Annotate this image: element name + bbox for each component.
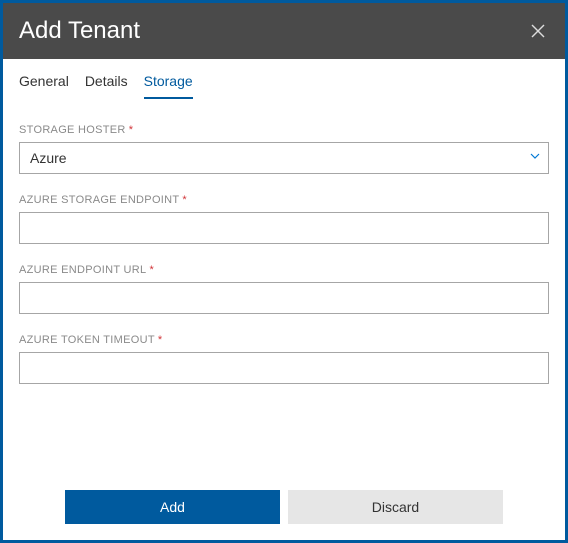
select-wrapper <box>19 142 549 174</box>
field-azure-token-timeout: AZURE TOKEN TIMEOUT * <box>19 334 549 384</box>
required-indicator: * <box>129 124 134 136</box>
add-tenant-modal: Add Tenant General Details Storage STORA… <box>0 0 568 543</box>
discard-button[interactable]: Discard <box>288 490 503 524</box>
azure-endpoint-url-input[interactable] <box>19 282 549 314</box>
azure-storage-endpoint-input[interactable] <box>19 212 549 244</box>
close-button[interactable] <box>527 20 549 42</box>
field-azure-storage-endpoint: AZURE STORAGE ENDPOINT * <box>19 194 549 244</box>
modal-title: Add Tenant <box>19 17 140 45</box>
field-label: AZURE TOKEN TIMEOUT * <box>19 334 549 346</box>
storage-hoster-select[interactable] <box>19 142 549 174</box>
field-label: AZURE STORAGE ENDPOINT * <box>19 194 549 206</box>
field-label: STORAGE HOSTER * <box>19 124 549 136</box>
label-text: AZURE TOKEN TIMEOUT <box>19 334 155 346</box>
field-azure-endpoint-url: AZURE ENDPOINT URL * <box>19 264 549 314</box>
tab-details[interactable]: Details <box>85 73 128 99</box>
label-text: STORAGE HOSTER <box>19 124 126 136</box>
label-text: AZURE ENDPOINT URL <box>19 264 146 276</box>
modal-header: Add Tenant <box>3 3 565 59</box>
tab-bar: General Details Storage <box>3 59 565 100</box>
field-label: AZURE ENDPOINT URL * <box>19 264 549 276</box>
tab-general[interactable]: General <box>19 73 69 99</box>
close-icon <box>531 24 545 38</box>
azure-token-timeout-input[interactable] <box>19 352 549 384</box>
form-area: STORAGE HOSTER * AZURE STORAGE ENDPOINT … <box>3 100 565 476</box>
required-indicator: * <box>182 194 187 206</box>
required-indicator: * <box>158 334 163 346</box>
required-indicator: * <box>149 264 154 276</box>
add-button[interactable]: Add <box>65 490 280 524</box>
field-storage-hoster: STORAGE HOSTER * <box>19 124 549 174</box>
tab-storage[interactable]: Storage <box>144 73 193 99</box>
label-text: AZURE STORAGE ENDPOINT <box>19 194 179 206</box>
modal-footer: Add Discard <box>3 476 565 540</box>
